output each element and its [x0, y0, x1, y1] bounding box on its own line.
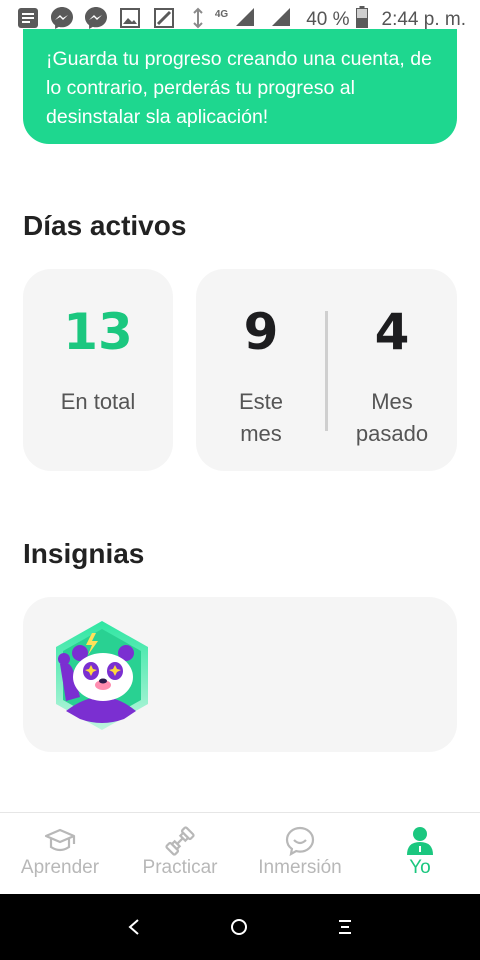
- this-month-label-1: Este: [238, 389, 284, 414]
- nav-label: Practicar: [142, 857, 218, 878]
- messenger-icon: [84, 6, 108, 30]
- save-progress-banner[interactable]: ¡Guarda tu progreso creando una cuenta, …: [23, 29, 457, 144]
- nav-inmersion[interactable]: Inmersión: [240, 813, 360, 895]
- nav-yo[interactable]: Yo: [360, 813, 480, 895]
- panda-badge-icon[interactable]: [52, 619, 152, 732]
- network-type: 4G: [214, 8, 229, 20]
- last-month-label-1: Mes: [371, 389, 413, 414]
- back-icon[interactable]: [119, 912, 149, 942]
- last-month-block: 4 Mes pasado: [327, 269, 457, 471]
- this-month-label-2: mes: [240, 421, 282, 446]
- monthly-days-card: 9 Este mes 4 Mes pasado: [196, 269, 457, 471]
- system-nav-bar: [0, 894, 480, 960]
- nav-aprender[interactable]: Aprender: [0, 813, 120, 895]
- total-days-label: En total: [60, 389, 136, 414]
- home-icon[interactable]: [224, 912, 254, 942]
- graduation-cap-icon: [44, 825, 76, 857]
- dumbbell-icon: [164, 825, 196, 857]
- bottom-nav: Aprender Practicar Inmersión Yo: [0, 812, 480, 895]
- clock: 2:44 p. m.: [381, 9, 467, 30]
- badges-title: Insignias: [23, 538, 145, 569]
- sim-arrow-icon: [186, 6, 210, 30]
- recents-icon[interactable]: [330, 912, 360, 942]
- sign-icon: [152, 6, 176, 30]
- chat-bubble-icon: [284, 825, 316, 857]
- image-icon: [118, 6, 142, 30]
- last-month-value: 4: [374, 303, 410, 361]
- active-days-title: Días activos: [23, 210, 187, 241]
- nav-practicar[interactable]: Practicar: [120, 813, 240, 895]
- nav-label: Aprender: [20, 857, 100, 878]
- user-icon: [404, 825, 436, 857]
- this-month-block: 9 Este mes: [196, 269, 326, 471]
- banner-text: ¡Guarda tu progreso creando una cuenta, …: [46, 48, 432, 128]
- battery-percent: 40 %: [306, 9, 350, 30]
- total-days-card: 13 En total: [23, 269, 173, 471]
- nav-label: Yo: [409, 857, 431, 878]
- messenger-icon: [50, 6, 74, 30]
- nav-label: Inmersión: [258, 857, 342, 878]
- last-month-label-2: pasado: [355, 421, 429, 446]
- notes-icon: [16, 6, 40, 30]
- total-days-value: 13: [63, 303, 133, 361]
- this-month-value: 9: [243, 303, 279, 361]
